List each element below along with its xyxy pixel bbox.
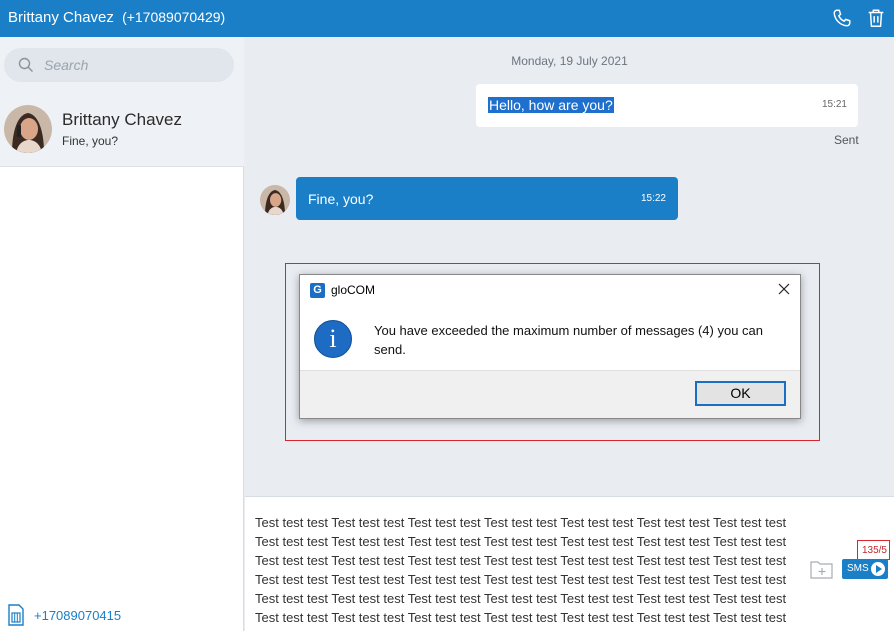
- message-input[interactable]: Test test test Test test test Test test …: [255, 513, 800, 625]
- message-composer: Test test test Test test test Test test …: [245, 496, 894, 631]
- conversation-list-item[interactable]: Brittany Chavez Fine, you?: [0, 92, 244, 167]
- dialog-title: gloCOM: [331, 283, 376, 297]
- sim-card-icon: [8, 604, 24, 626]
- header-contact-phone: (+17089070429): [122, 9, 226, 25]
- ok-button[interactable]: OK: [695, 381, 786, 406]
- message-text: Hello, how are you?: [488, 97, 614, 113]
- close-icon[interactable]: [775, 280, 793, 298]
- header-contact-name: Brittany Chavez: [8, 9, 114, 26]
- trash-icon[interactable]: [865, 7, 887, 29]
- outgoing-message-bubble[interactable]: Hello, how are you? 15:21: [476, 84, 858, 127]
- info-icon: i: [314, 320, 352, 358]
- send-sms-button[interactable]: SMS: [842, 559, 888, 579]
- conversation-header: Brittany Chavez (+17089070429): [0, 0, 894, 37]
- search-area: [0, 37, 244, 92]
- own-number-selector[interactable]: +17089070415: [8, 604, 121, 626]
- phone-icon[interactable]: [831, 7, 853, 29]
- search-box[interactable]: [4, 48, 234, 82]
- app-logo-icon: G: [310, 283, 325, 298]
- alert-dialog: G gloCOM i You have exceeded the maximum…: [299, 274, 801, 419]
- send-arrow-icon: [871, 562, 885, 576]
- conversation-list-panel: Brittany Chavez Fine, you? +17089070415: [0, 37, 244, 631]
- dialog-footer: OK: [300, 370, 800, 418]
- attach-file-icon[interactable]: [810, 559, 834, 579]
- message-text: Fine, you?: [308, 191, 374, 207]
- search-icon: [18, 57, 33, 72]
- character-counter: 135/5: [857, 540, 890, 560]
- dialog-message: You have exceeded the maximum number of …: [374, 323, 764, 357]
- message-time: 15:22: [640, 193, 666, 204]
- message-status: Sent: [834, 133, 859, 147]
- contact-name: Brittany Chavez: [62, 110, 182, 129]
- avatar: [4, 105, 52, 153]
- message-time: 15:21: [821, 99, 847, 110]
- date-separator: Monday, 19 July 2021: [511, 54, 628, 68]
- avatar: [260, 185, 290, 215]
- incoming-message-bubble[interactable]: Fine, you? 15:22: [296, 177, 678, 220]
- own-phone-number: +17089070415: [34, 607, 122, 623]
- header-title: Brittany Chavez (+17089070429): [8, 9, 225, 26]
- send-label: SMS: [847, 563, 869, 574]
- last-message-preview: Fine, you?: [62, 134, 119, 148]
- search-input[interactable]: [44, 55, 224, 75]
